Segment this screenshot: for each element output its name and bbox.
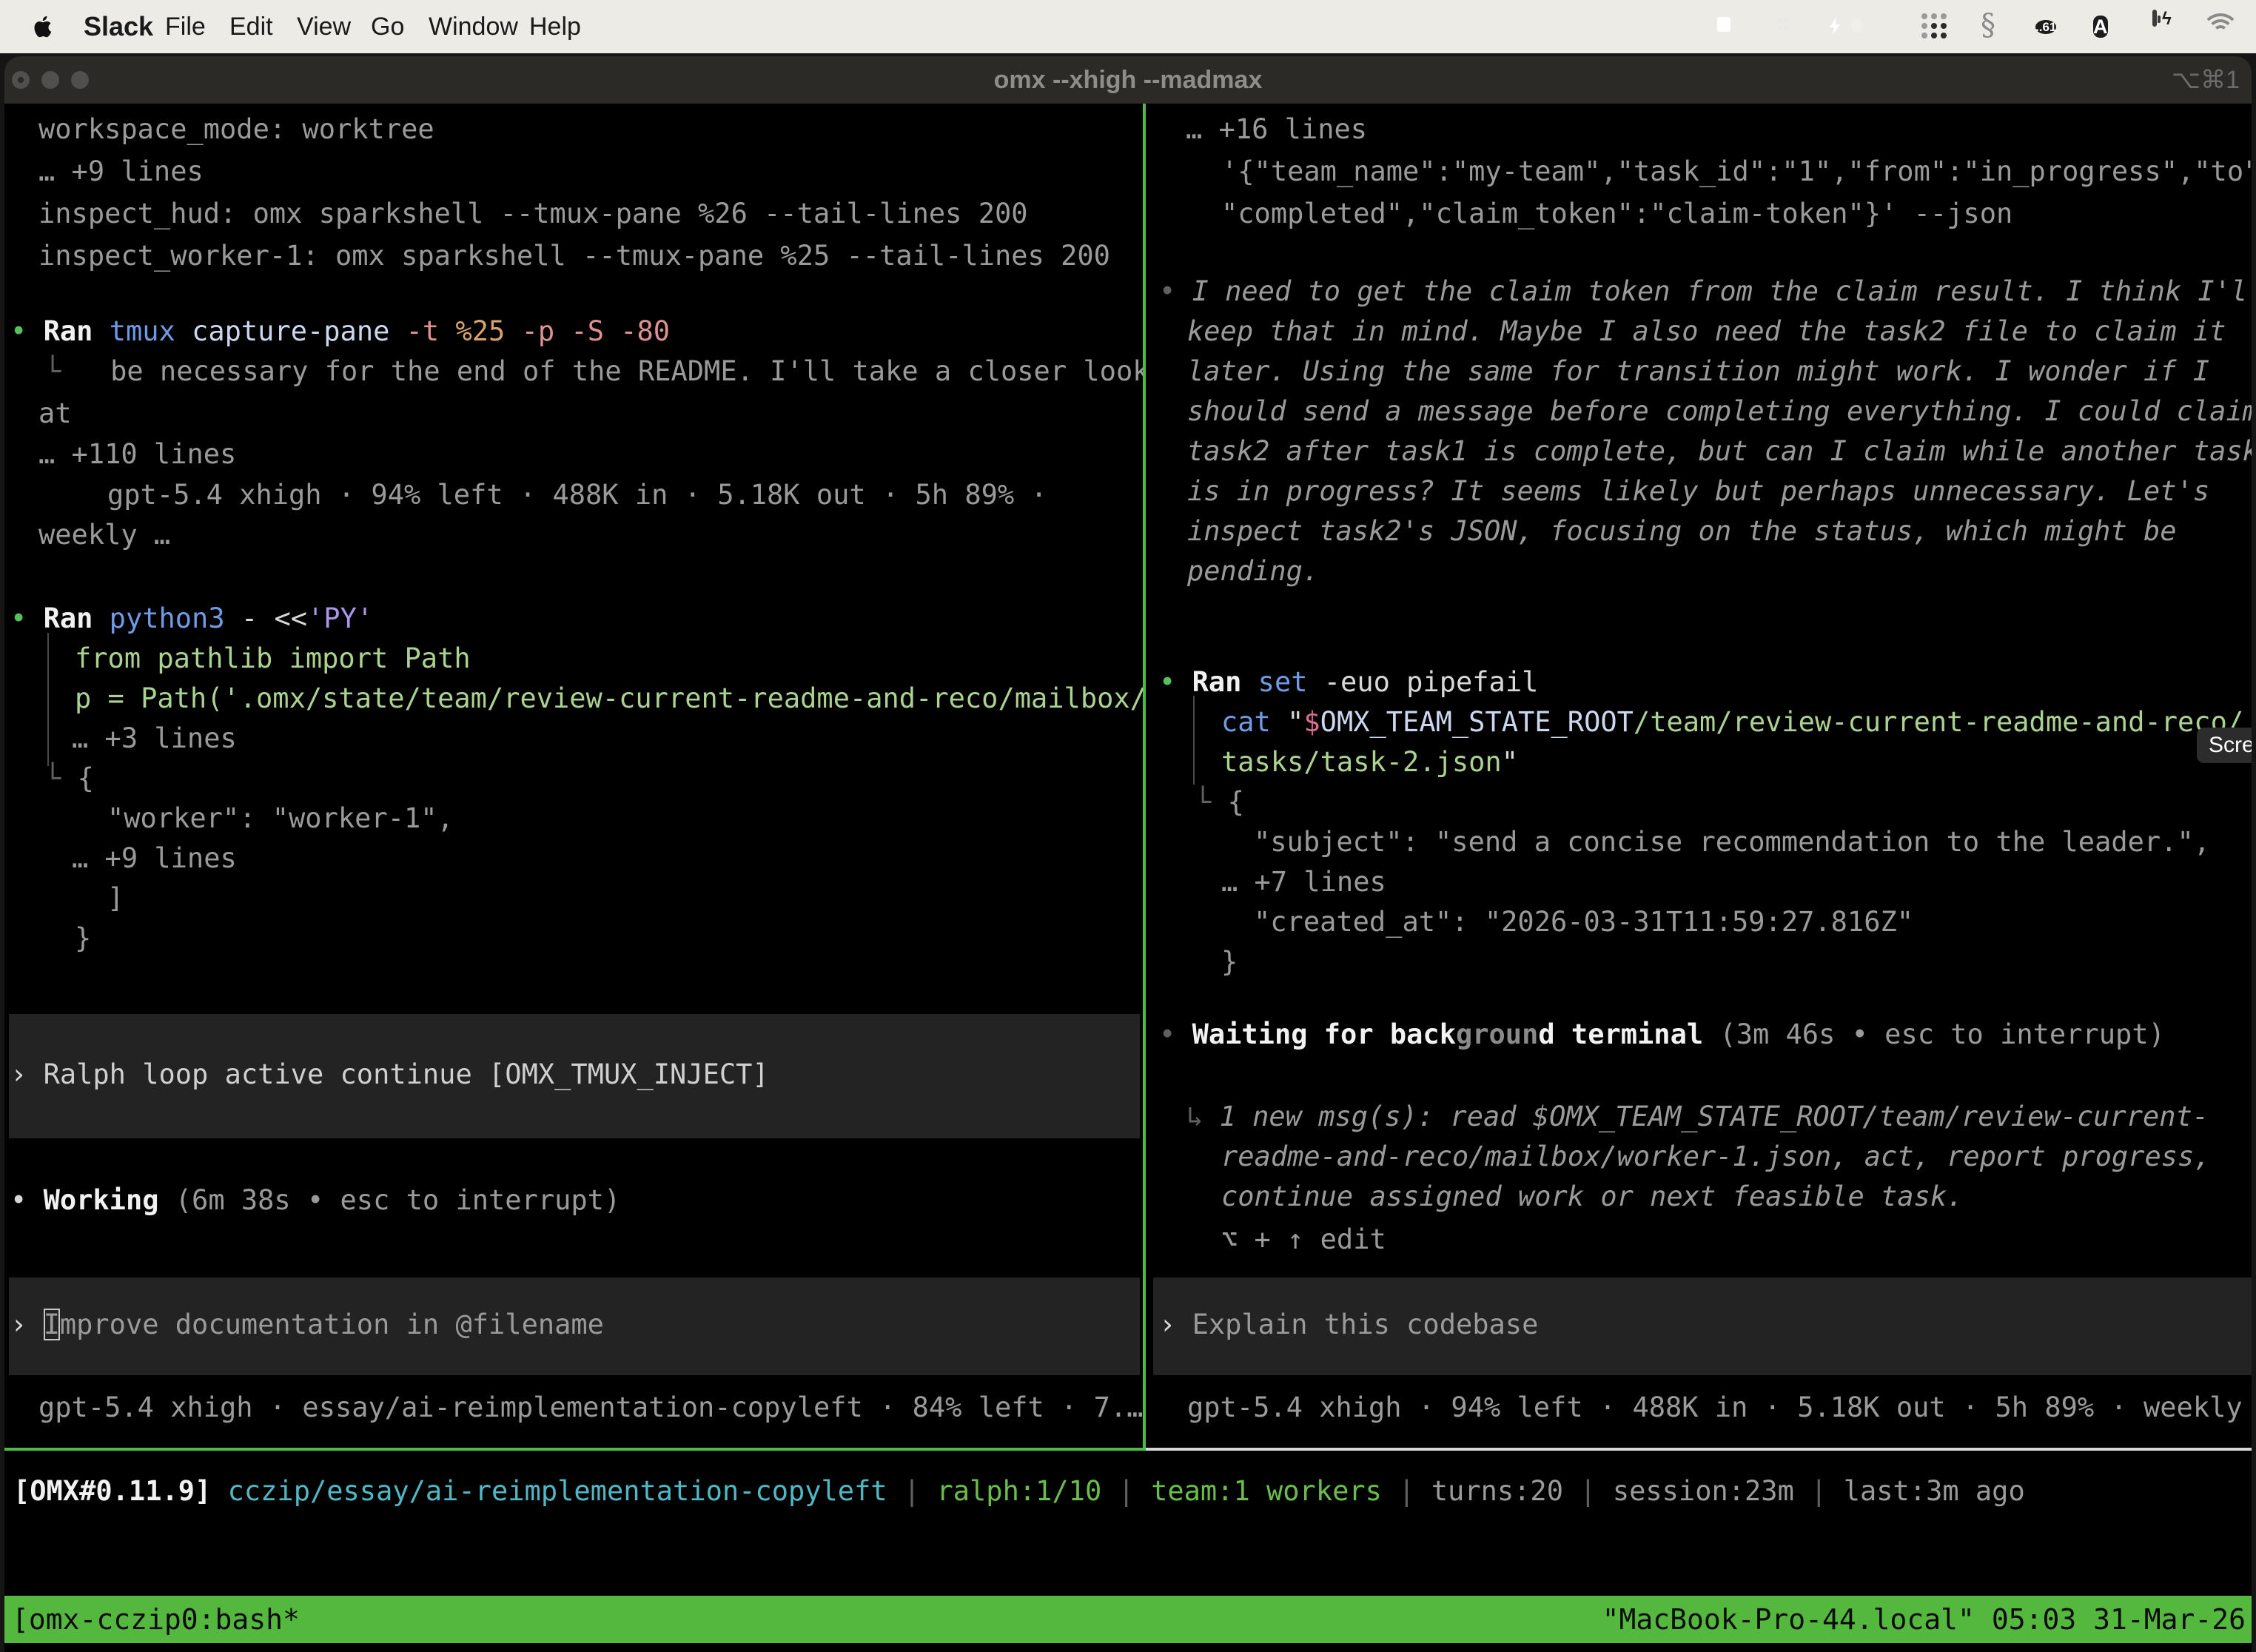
terminal-line: keep that in mind. Maybe I also need the… bbox=[1187, 312, 2226, 352]
terminal-line: [OMX#0.11.9] cczip/essay/ai-reimplementa… bbox=[13, 1471, 2025, 1511]
terminal-line: › Ralph loop active continue [OMX_TMUX_I… bbox=[10, 1055, 769, 1095]
window-title-bar[interactable]: omx --xhigh --madmax ⌥⌘1 bbox=[4, 56, 2252, 104]
terminal-line: "created_at": "2026-03-31T11:59:27.816Z" bbox=[1254, 902, 1913, 942]
terminal-line: inspect_worker-1: omx sparkshell --tmux-… bbox=[38, 236, 1110, 276]
terminal-line: • Ran tmux capture-pane -t %25 -p -S -80 bbox=[10, 312, 670, 352]
battery-icon[interactable]: ϟ bbox=[2152, 12, 2157, 25]
terminal-line: from pathlib import Path bbox=[75, 639, 471, 679]
terminal-line: └ { bbox=[44, 759, 94, 799]
terminal-line: ↳ 1 new msg(s): read $OMX_TEAM_STATE_ROO… bbox=[1186, 1097, 2209, 1137]
key-squiggle-icon[interactable]: § bbox=[1981, 10, 1995, 40]
terminal-line: gpt-5.4 xhigh · 94% left · 488K in · 5.1… bbox=[107, 475, 1047, 515]
messenger-icon[interactable] bbox=[1821, 12, 1849, 40]
menu-go[interactable]: Go bbox=[371, 0, 404, 53]
terminal-line: … +9 lines bbox=[72, 839, 237, 879]
tmux-host-clock: "MacBook-Pro-44.local" 05:03 31-Mar-26 bbox=[1602, 1596, 2246, 1643]
macos-menu-bar: Slack File Edit View Go Window Help § ..… bbox=[0, 0, 2256, 53]
terminal-line: • I need to get the claim token from the… bbox=[1159, 272, 2252, 312]
pane-divider-vertical[interactable] bbox=[1143, 104, 1146, 1448]
terminal-window: omx --xhigh --madmax ⌥⌘1 workspace_mode:… bbox=[4, 56, 2252, 1652]
terminal-line: task2 after task1 is complete, but can I… bbox=[1187, 432, 2252, 471]
desktop-screen: Slack File Edit View Go Window Help § ..… bbox=[0, 0, 2256, 1652]
terminal-line: … +16 lines bbox=[1186, 110, 1367, 150]
terminal-line: • Working (6m 38s • esc to interrupt) bbox=[10, 1181, 620, 1220]
menu-edit[interactable]: Edit bbox=[229, 0, 273, 53]
menu-help[interactable]: Help bbox=[529, 0, 581, 53]
terminal-line: should send a message before completing … bbox=[1187, 392, 2252, 432]
menu-view[interactable]: View bbox=[297, 0, 351, 53]
terminal-line: cat "$OMX_TEAM_STATE_ROOT/team/review-cu… bbox=[1221, 702, 2243, 742]
terminal-line: • Ran set -euo pipefail bbox=[1159, 662, 1538, 702]
grid-dots-icon[interactable] bbox=[1921, 13, 1948, 40]
terminal-pane-right[interactable]: … +16 lines'{"team_name":"my-team","task… bbox=[1149, 104, 2252, 1448]
terminal-pane-left[interactable]: workspace_mode: worktree… +9 linesinspec… bbox=[4, 104, 1143, 1448]
menu-app-name[interactable]: Slack bbox=[84, 0, 153, 53]
terminal-line: ] bbox=[107, 879, 124, 919]
terminal-line: } bbox=[1221, 942, 1238, 982]
terminal-line: └ { bbox=[1195, 782, 1244, 822]
apple-menu-icon[interactable] bbox=[33, 13, 55, 40]
terminal-line: … +9 lines bbox=[38, 152, 204, 192]
input-source-icon[interactable]: A bbox=[2093, 12, 2108, 41]
pane-border-bottom-left bbox=[4, 1448, 1146, 1451]
tmux-status-bar[interactable]: [omx-cczip0:bash* "MacBook-Pro-44.local"… bbox=[4, 1596, 2252, 1643]
terminal-line: › Explain this codebase bbox=[1159, 1305, 1538, 1345]
terminal-line: "worker": "worker-1", bbox=[107, 799, 454, 839]
screen-tooltip: Scre bbox=[2197, 728, 2252, 763]
tree-connector-line bbox=[47, 633, 49, 766]
terminal-line: • Waiting for background terminal (3m 46… bbox=[1159, 1015, 2165, 1055]
terminal-line: "completed","claim_token":"claim-token"}… bbox=[1221, 194, 2012, 234]
window-shortcut-hint: ⌥⌘1 bbox=[2172, 56, 2240, 104]
terminal-line: '{"team_name":"my-team","task_id":"1","f… bbox=[1221, 152, 2252, 192]
terminal-line: gpt-5.4 xhigh · 94% left · 488K in · 5.1… bbox=[1187, 1388, 2252, 1428]
terminal-line: weekly … bbox=[38, 515, 170, 555]
terminal-line: at bbox=[38, 394, 72, 434]
terminal-line: "subject": "send a concise recommendatio… bbox=[1254, 822, 2210, 862]
terminal-line: readme-and-reco/mailbox/worker-1.json, a… bbox=[1221, 1137, 2211, 1177]
percent-badge-icon[interactable]: ..61 bbox=[2035, 10, 2056, 44]
pane-border-bottom-right bbox=[1146, 1448, 2252, 1451]
terminal-line: p = Path('.omx/state/team/review-current… bbox=[75, 679, 1143, 719]
terminal-line: … +110 lines bbox=[38, 434, 236, 474]
terminal-line: is in progress? It seems likely but perh… bbox=[1187, 471, 2209, 511]
terminal-line: inspect task2's JSON, focusing on the st… bbox=[1187, 511, 2177, 551]
terminal-line: … +7 lines bbox=[1221, 862, 1386, 902]
terminal-line: pending. bbox=[1187, 551, 1319, 591]
terminal-line: └ be necessary for the end of the README… bbox=[44, 352, 1143, 392]
text-cursor: I bbox=[44, 1309, 60, 1340]
terminal-line: gpt-5.4 xhigh · essay/ai-reimplementatio… bbox=[38, 1388, 1143, 1428]
terminal-line: } bbox=[75, 919, 91, 958]
menu-window[interactable]: Window bbox=[429, 0, 518, 53]
menu-file[interactable]: File bbox=[165, 0, 206, 53]
terminal-line: continue assigned work or next feasible … bbox=[1221, 1177, 1963, 1217]
terminal-line: inspect_hud: omx sparkshell --tmux-pane … bbox=[38, 194, 1028, 234]
terminal-line: › Improve documentation in @filename bbox=[10, 1305, 604, 1345]
terminal-line: tasks/task-2.json" bbox=[1221, 742, 1518, 782]
tmux-session-window[interactable]: [omx-cczip0:bash* bbox=[12, 1596, 300, 1643]
tree-connector-line bbox=[1193, 696, 1195, 785]
terminal-line: workspace_mode: worktree bbox=[38, 110, 434, 150]
terminal-line: ⌥ + ↑ edit bbox=[1221, 1220, 1386, 1260]
terminal-line: • Ran python3 - <<'PY' bbox=[10, 599, 373, 639]
terminal-line: later. Using the same for transition mig… bbox=[1187, 352, 2209, 392]
window-title: omx --xhigh --madmax bbox=[4, 56, 2252, 104]
terminal-line: … +3 lines bbox=[72, 719, 237, 759]
